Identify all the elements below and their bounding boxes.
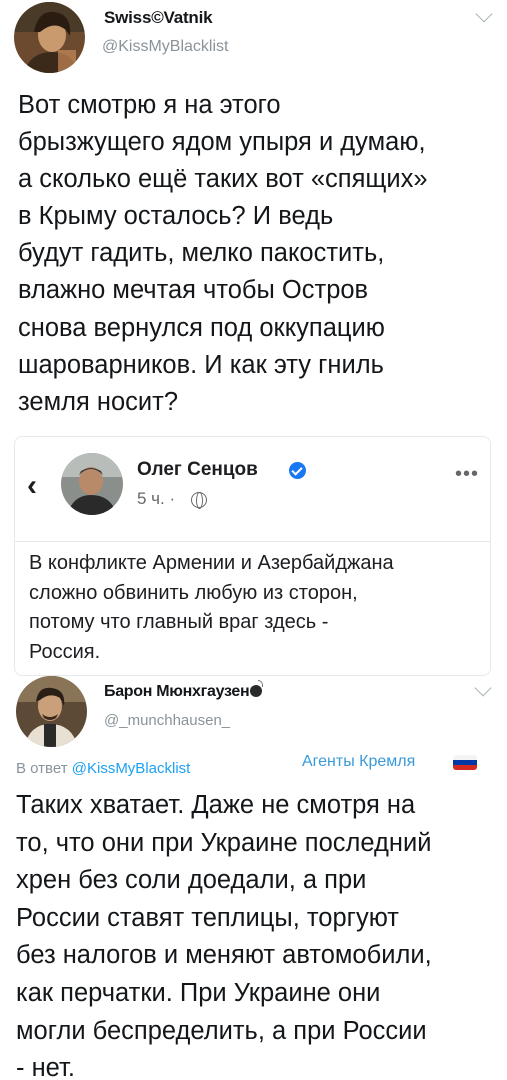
tweet-text-line: влажно мечтая чтобы Остров (18, 276, 369, 305)
overlay-label: Агенты Кремля (302, 753, 416, 770)
post-author-name[interactable]: Олег Сенцов (137, 459, 258, 481)
post-text-line: В конфликте Армении и Азербайджана (29, 552, 394, 574)
display-name-text: Барон Мюнхгаузен (104, 683, 250, 700)
tweet-text-line: будут гадить, мелко пакостить, (18, 239, 385, 268)
bomb-icon (250, 680, 264, 697)
avatar[interactable] (16, 676, 87, 747)
tweet-text: Вот смотрю я на этого брызжущего ядом уп… (18, 87, 498, 421)
chevron-down-icon[interactable] (475, 5, 493, 23)
tweet-text-line: как перчатки. При Украине они (16, 978, 381, 1007)
post-text-line: Россия. (29, 640, 101, 663)
tweet-text-line: в Крыму осталось? И ведь (18, 202, 334, 231)
embedded-post-card[interactable]: ‹ Олег Сенцов 5 ч. · ••• В конфликте Арм… (14, 436, 491, 676)
tweet-text-line: снова вернулся под оккупацию (18, 313, 385, 342)
post-text: В конфликте Армении и Азербайджана сложн… (29, 549, 489, 667)
reply-prefix: В ответ (16, 760, 68, 777)
user-handle[interactable]: @KissMyBlacklist (102, 38, 228, 56)
tweet-text-line: - нет. (16, 1054, 75, 1080)
tweet-text-line: без налогов и меняют автомобили, (16, 941, 432, 970)
russian-flag-icon (453, 755, 477, 770)
tweet-text-line: шароварников. И как эту гниль (18, 350, 384, 379)
tweet-text-line: России ставят теплицы, торгуют (16, 903, 399, 932)
avatar[interactable] (14, 2, 85, 73)
tweet-text-line: а сколько ещё таких вот «спящих» (18, 165, 428, 194)
chevron-down-icon[interactable] (474, 679, 492, 697)
post-timestamp[interactable]: 5 ч. · (137, 489, 175, 509)
post-text-line: потому что главный враг здесь - (29, 611, 329, 634)
tweet-text-line: то, что они при Украине последний (16, 828, 432, 857)
tweet-text-line: брызжущего ядом упыря и думаю, (18, 128, 426, 157)
verified-badge-icon (289, 462, 306, 479)
tweet-text-line: хрен без соли доедали, а при (16, 866, 367, 895)
post-text-line: сложно обвинить любую из сторон, (29, 581, 358, 604)
user-handle[interactable]: @_munchhausen_ (104, 712, 230, 729)
post-author-avatar[interactable] (61, 453, 123, 515)
tweet-text-line: Таких хватает. Даже не смотря на (16, 791, 416, 819)
divider (15, 541, 490, 542)
tweet-text-line: Вот смотрю я на этого (18, 91, 281, 119)
tweet-text: Таких хватает. Даже не смотря на то, что… (16, 787, 500, 1080)
tweet-text-line: земля носит? (18, 387, 179, 416)
display-name[interactable]: Барон Мюнхгаузен (104, 680, 264, 701)
reply-context: В ответ @KissMyBlacklist (16, 760, 190, 777)
back-arrow-icon[interactable]: ‹ (27, 471, 37, 501)
tweet-text-line: могли беспределить, а при России (16, 1016, 427, 1045)
more-options-icon[interactable]: ••• (455, 464, 479, 484)
reply-handle-link[interactable]: @KissMyBlacklist (72, 760, 191, 777)
display-name[interactable]: Swiss©Vatnik (104, 8, 213, 28)
globe-icon (191, 492, 207, 509)
